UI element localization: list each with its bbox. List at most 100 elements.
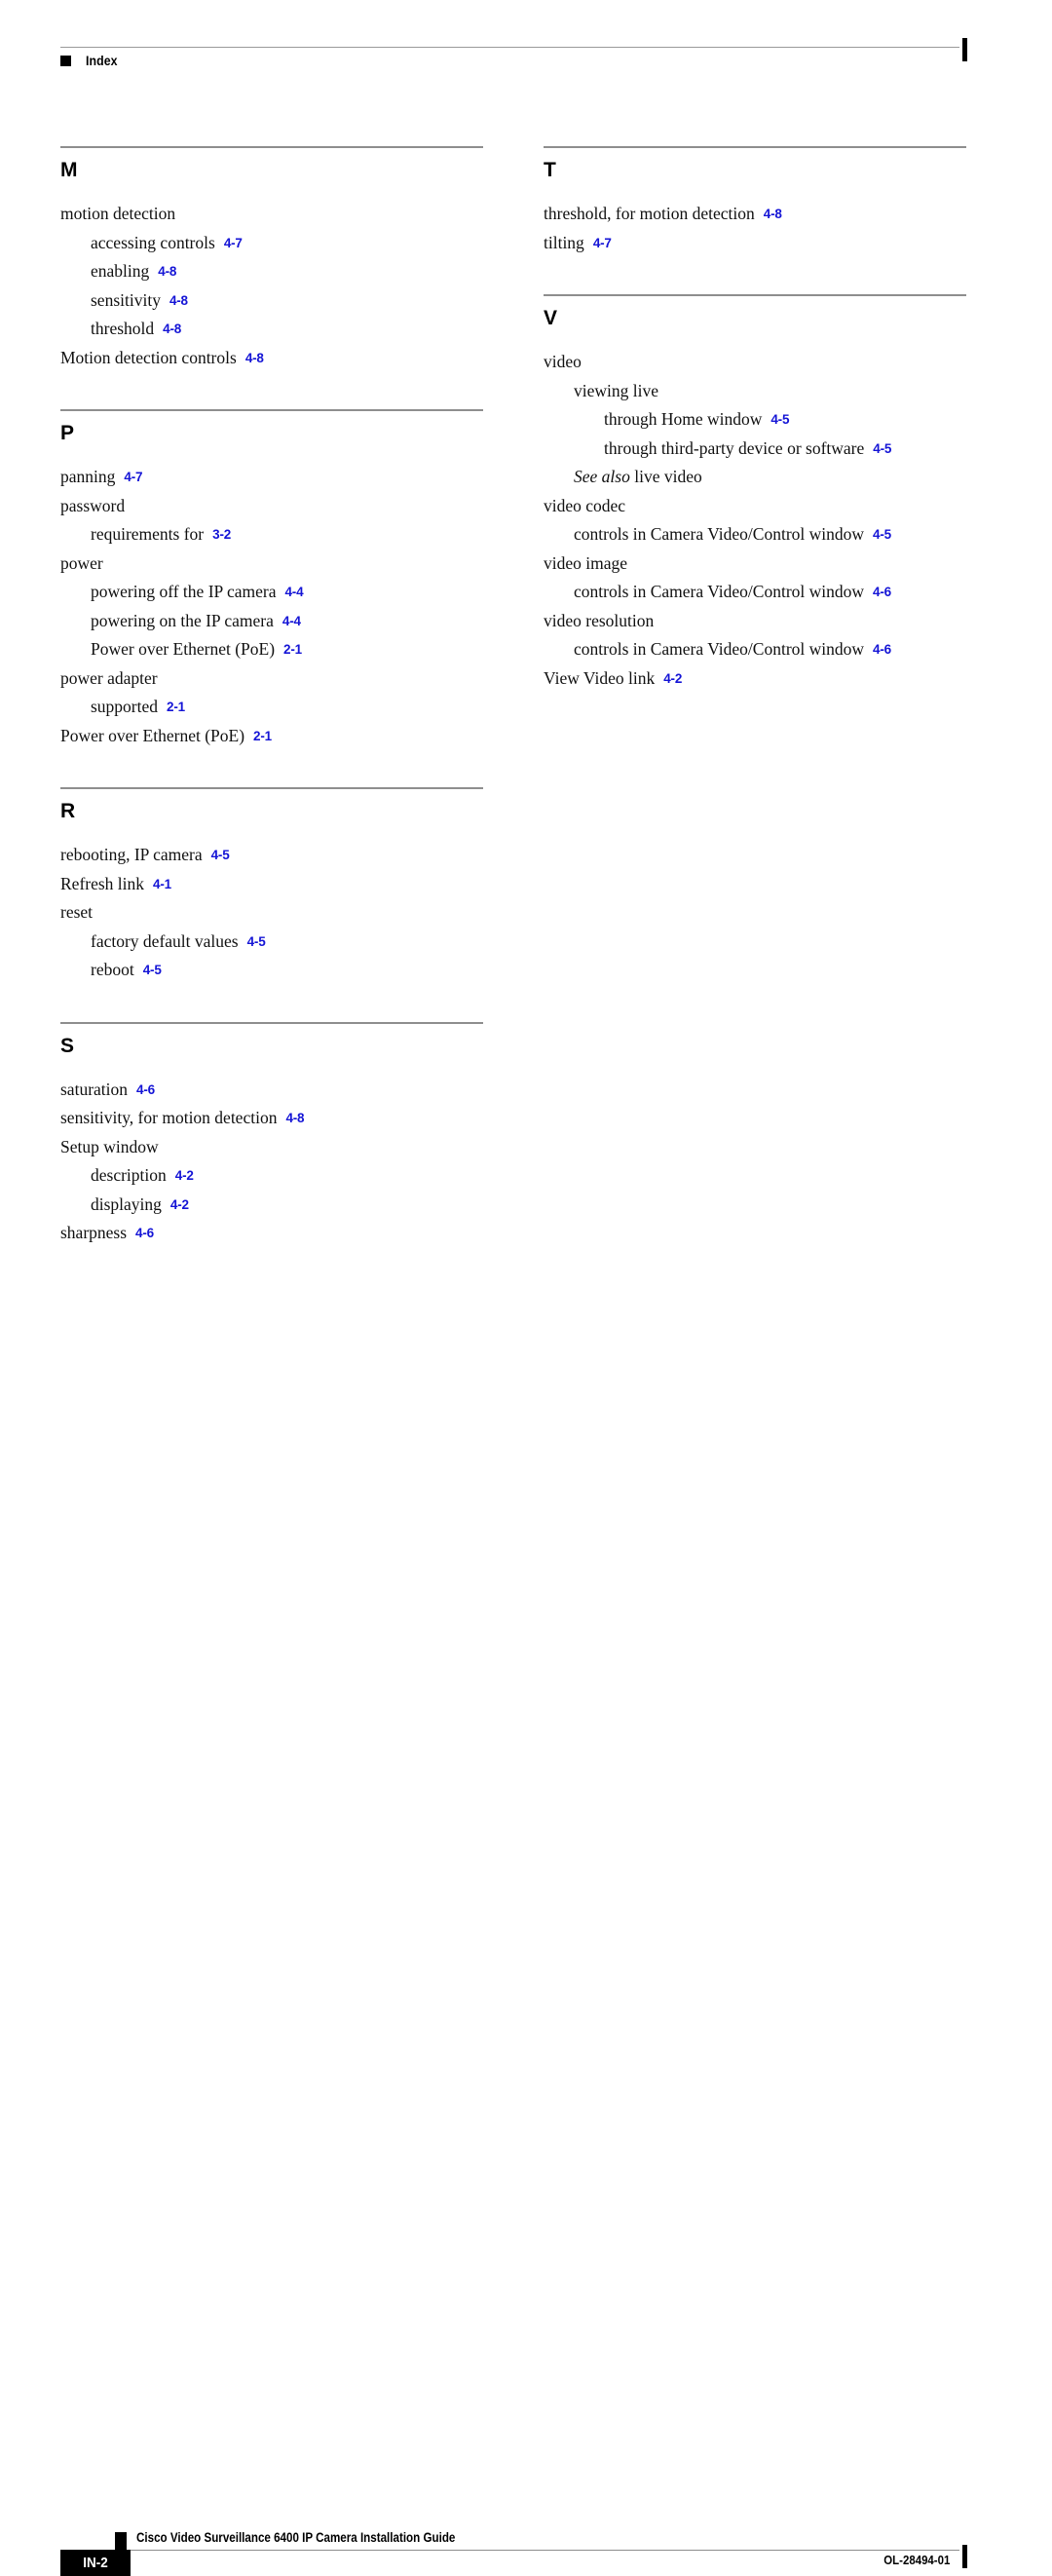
index-page-reference[interactable]: 2-1 xyxy=(253,729,272,743)
index-entry-term: factory default values xyxy=(91,930,239,951)
index-entry: video image xyxy=(544,549,966,579)
index-section-v: Vvideo viewing live through Home window 4-5… xyxy=(544,294,966,693)
index-entry: viewing live xyxy=(544,377,966,406)
section-letter-heading: P xyxy=(60,422,75,444)
index-entry-term: through Home window xyxy=(604,409,763,429)
index-page-reference[interactable]: 4-8 xyxy=(245,351,264,365)
index-entry: supported 2-1 xyxy=(60,693,483,722)
page-footer: Cisco Video Surveillance 6400 IP Camera … xyxy=(0,1254,1052,2576)
page-edge-tab-icon xyxy=(962,38,967,61)
index-page-reference[interactable]: 4-4 xyxy=(284,585,303,599)
index-entry-term: Power over Ethernet (PoE) xyxy=(60,725,245,745)
index-page-reference[interactable]: 4-8 xyxy=(163,322,181,336)
index-entry-term: requirements for xyxy=(91,524,205,544)
index-entry: threshold, for motion detection 4-8 xyxy=(544,200,966,229)
index-page-reference[interactable]: 3-2 xyxy=(212,527,231,542)
index-page-reference[interactable]: 4-7 xyxy=(593,236,612,250)
index-page-reference[interactable]: 4-5 xyxy=(873,527,891,542)
index-entry: rebooting, IP camera 4-5 xyxy=(60,841,483,870)
index-entry: power adapter xyxy=(60,664,483,694)
index-entry: motion detection xyxy=(60,200,483,229)
index-entry-term: sensitivity, for motion detection xyxy=(60,1108,278,1127)
index-page-reference[interactable]: 2-1 xyxy=(283,642,302,657)
index-entry-term: threshold xyxy=(91,319,155,338)
index-entry: enabling 4-8 xyxy=(60,257,483,286)
index-entry-term: through third-party device or software xyxy=(604,437,865,458)
index-page-reference[interactable]: 4-8 xyxy=(285,1111,304,1125)
index-page-reference[interactable]: 4-5 xyxy=(873,441,891,456)
header-divider-rule xyxy=(60,47,959,48)
index-entry: power xyxy=(60,549,483,579)
index-entry: powering off the IP camera 4-4 xyxy=(60,578,483,607)
index-page-reference[interactable]: 4-1 xyxy=(153,877,171,891)
index-entry-list: rebooting, IP camera 4-5 Refresh link 4-1 re… xyxy=(60,841,483,985)
index-entry: View Video link 4-2 xyxy=(544,664,966,694)
index-entry: sensitivity, for motion detection 4-8 xyxy=(60,1104,483,1133)
index-page-reference[interactable]: 4-7 xyxy=(124,470,142,484)
index-entry-term: supported xyxy=(91,697,159,716)
index-entry-term: sensitivity xyxy=(91,289,161,310)
index-entry-term: powering off the IP camera xyxy=(91,582,277,601)
index-entry-term: threshold, for motion detection xyxy=(544,204,755,223)
index-page-reference[interactable]: 4-7 xyxy=(224,236,243,250)
index-section-p: Ppanning 4-7 password requirements for 3-2 po… xyxy=(60,409,483,750)
index-entry-term: video xyxy=(544,352,582,371)
index-entry-term: power xyxy=(60,552,103,573)
index-entry: requirements for 3-2 xyxy=(60,520,483,549)
section-divider-rule xyxy=(60,409,483,411)
index-entry-list: video viewing live through Home window 4-5 t… xyxy=(544,348,966,693)
index-section-s: Ssaturation 4-6 sensitivity, for motion de… xyxy=(60,1021,483,1248)
section-letter-heading: V xyxy=(544,307,558,329)
index-page-reference[interactable]: 4-4 xyxy=(282,614,301,628)
index-page-reference[interactable]: 4-5 xyxy=(143,963,162,977)
index-page-reference[interactable]: 4-2 xyxy=(663,671,682,686)
index-entry-term: password xyxy=(60,495,126,515)
index-entry-term: controls in Camera Video/Control window xyxy=(574,582,865,601)
index-page-reference[interactable]: 4-6 xyxy=(135,1226,154,1240)
footer-square-marker-icon xyxy=(115,2532,127,2550)
index-entry-list: threshold, for motion detection 4-8 tiltin… xyxy=(544,200,966,257)
index-page-reference[interactable]: 4-5 xyxy=(770,412,789,427)
index-entry-term: video codec xyxy=(544,495,626,515)
section-divider-rule xyxy=(60,787,483,789)
index-entry-list: saturation 4-6 sensitivity, for motion det… xyxy=(60,1076,483,1248)
index-entry-term: power adapter xyxy=(60,667,158,688)
section-letter-heading: M xyxy=(60,159,78,181)
index-page-reference[interactable]: 4-6 xyxy=(136,1082,155,1097)
index-entry-term: Setup window xyxy=(60,1136,159,1156)
index-page-reference[interactable]: 4-2 xyxy=(175,1168,194,1183)
index-page-reference[interactable]: 4-5 xyxy=(211,848,230,862)
index-page-reference[interactable]: 4-8 xyxy=(764,207,782,221)
index-entry: Power over Ethernet (PoE) 2-1 xyxy=(60,722,483,751)
index-page-reference[interactable]: 4-8 xyxy=(158,264,176,279)
index-page-reference[interactable]: 4-6 xyxy=(873,585,891,599)
index-entry-term: Motion detection controls xyxy=(60,347,237,367)
index-page-reference[interactable]: 2-1 xyxy=(167,700,185,714)
index-page-reference[interactable]: 4-2 xyxy=(170,1197,189,1212)
index-column-left: Mmotion detection accessing controls 4-7 en… xyxy=(60,146,483,1248)
index-entry: controls in Camera Video/Control window 4… xyxy=(544,520,966,549)
index-entry: video codec xyxy=(544,492,966,521)
index-entry-term: accessing controls xyxy=(91,232,215,252)
section-divider-rule xyxy=(60,1021,483,1024)
index-entry-term: Refresh link xyxy=(60,873,145,893)
index-column-right: Tthreshold, for motion detection 4-8 tilti… xyxy=(544,146,966,693)
index-entry-term: enabling xyxy=(91,261,150,281)
index-entry: sensitivity 4-8 xyxy=(60,286,483,316)
index-entry-term: Power over Ethernet (PoE) xyxy=(91,639,276,659)
index-entry: Setup window xyxy=(60,1133,483,1162)
index-entry: See also live video xyxy=(544,463,966,492)
index-page-reference[interactable]: 4-8 xyxy=(169,293,188,308)
index-page-reference[interactable]: 4-5 xyxy=(247,934,266,949)
index-page-reference[interactable]: 4-6 xyxy=(873,642,891,657)
index-entry: controls in Camera Video/Control window 4… xyxy=(544,635,966,664)
index-entry-term: description xyxy=(91,1165,167,1185)
index-entry-term: controls in Camera Video/Control window xyxy=(574,524,865,544)
page-number: IN-2 xyxy=(83,2555,108,2571)
index-entry: panning 4-7 xyxy=(60,463,483,492)
index-section-r: Rrebooting, IP camera 4-5 Refresh link 4-1 r… xyxy=(60,787,483,985)
square-marker-icon xyxy=(60,56,71,66)
index-entry: through third-party device or software 4-… xyxy=(544,435,966,464)
index-entry-term: View Video link xyxy=(544,667,656,688)
section-divider-rule xyxy=(544,146,966,148)
